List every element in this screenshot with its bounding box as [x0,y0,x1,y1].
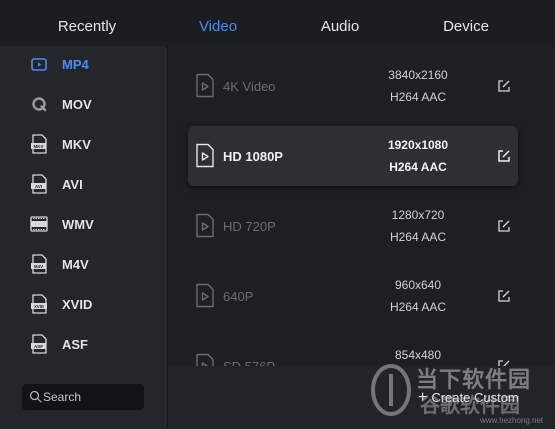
tab-video[interactable]: Video [180,0,256,46]
video-file-icon [196,283,214,308]
preset-name: 640P [223,289,254,304]
preset-codec: H264 AAC [389,90,447,104]
mkv-file-icon: MKV [31,134,47,154]
preset-resolution: 3840x2160 [388,68,448,82]
preset-item-1080p[interactable]: HD 1080P 1920x1080 H264 AAC [188,126,518,186]
format-item-mov[interactable]: MOV [0,88,167,122]
search-icon [29,390,42,403]
search-input[interactable]: Search [22,384,144,410]
format-item-mkv[interactable]: MKV MKV [0,128,167,162]
preset-item-4k[interactable]: 4K Video 3840x2160 H264 AAC [188,56,518,116]
svg-text:MKV: MKV [34,144,44,149]
preset-resolution: 960x640 [394,278,442,292]
format-sidebar: MP4 MOV MKV MKV AVI AVI WMV M4V M4V XVID… [0,46,167,429]
tab-audio[interactable]: Audio [302,0,378,46]
edit-icon[interactable] [497,219,511,233]
preset-item-720p[interactable]: HD 720P 1280x720 H264 AAC [188,196,518,256]
format-item-mp4[interactable]: MP4 [0,48,167,82]
video-file-icon [196,213,214,238]
preset-codec: H264 AAC [389,160,447,174]
wmv-icon [30,216,48,232]
video-file-icon [196,73,214,98]
preset-name: HD 720P [223,219,276,234]
format-label: MKV [62,137,91,152]
quicktime-icon [32,97,47,112]
create-custom-button[interactable]: + Create Custom [418,389,519,407]
category-tab-bar: Recently Video Audio Device [0,0,555,46]
format-item-wmv[interactable]: WMV [0,208,167,242]
avi-file-icon: AVI [31,174,47,194]
preset-resolution: 854x480 [394,348,442,362]
m4v-file-icon: M4V [31,254,47,274]
edit-icon[interactable] [497,79,511,93]
tab-device[interactable]: Device [424,0,508,46]
preset-name: 4K Video [223,79,276,94]
format-item-m4v[interactable]: M4V M4V [0,248,167,282]
preset-item-640p[interactable]: 640P 960x640 H264 AAC [188,266,518,326]
edit-icon[interactable] [497,289,511,303]
format-label: ASF [62,337,88,352]
format-item-xvid[interactable]: XVID XVID [0,288,167,322]
svg-text:AVI: AVI [35,184,42,189]
tab-recently[interactable]: Recently [44,0,130,46]
create-custom-label: Create Custom [431,390,519,405]
search-placeholder: Search [43,390,82,404]
format-label: AVI [62,177,83,192]
format-item-avi[interactable]: AVI AVI [0,168,167,202]
preset-resolution: 1280x720 [391,208,445,222]
svg-text:ASF: ASF [34,344,43,349]
format-item-asf[interactable]: ASF ASF [0,328,167,362]
video-file-icon [196,143,214,168]
edit-icon[interactable] [497,149,511,163]
format-label: M4V [62,257,89,272]
xvid-file-icon: XVID [31,294,47,314]
preset-footer: + Create Custom [168,366,555,429]
asf-file-icon: ASF [31,334,47,354]
format-label: MP4 [62,57,89,72]
svg-text:M4V: M4V [34,264,43,269]
svg-text:XVID: XVID [34,304,44,309]
format-label: XVID [62,297,93,312]
preset-codec: H264 AAC [389,230,447,244]
preset-codec: H264 AAC [389,300,447,314]
format-label: WMV [62,217,94,232]
preset-name: HD 1080P [223,149,283,164]
preset-resolution: 1920x1080 [387,138,449,152]
format-label: MOV [62,97,92,112]
mp4-icon [31,58,47,71]
plus-icon: + [418,389,428,406]
